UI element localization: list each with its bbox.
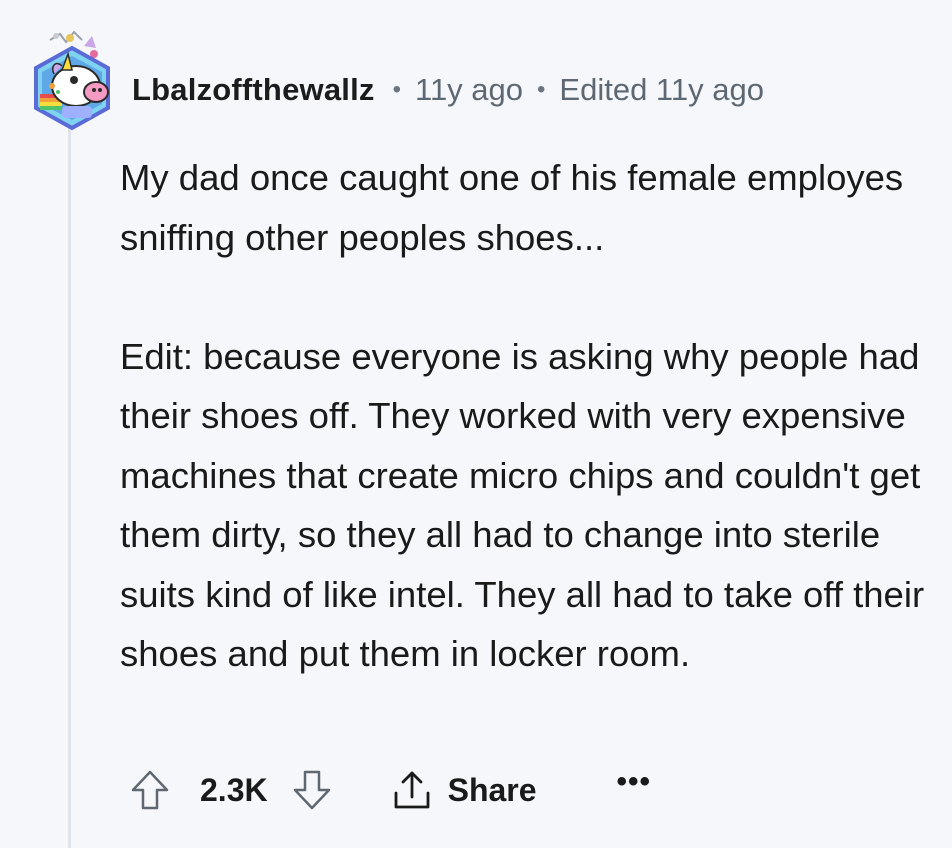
- vote-score: 2.3K: [200, 771, 268, 808]
- thread-line[interactable]: [68, 128, 71, 848]
- upvote-icon[interactable]: [128, 768, 172, 812]
- timestamp[interactable]: 11y ago: [415, 72, 523, 108]
- share-button[interactable]: Share: [392, 769, 537, 811]
- share-icon: [394, 771, 429, 809]
- comment-actions: 2.3K Share •••: [128, 758, 651, 822]
- avatar[interactable]: [22, 26, 122, 136]
- comment-body: My dad once caught one of his female emp…: [120, 148, 940, 684]
- comment-paragraph: Edit: because everyone is asking why peo…: [120, 335, 925, 675]
- share-label: Share: [447, 771, 537, 808]
- edited-timestamp: Edited 11y ago: [559, 72, 764, 107]
- separator-dot: •: [537, 76, 546, 103]
- username[interactable]: Lbalzoffthewallz: [132, 72, 375, 108]
- separator-dot: •: [392, 76, 401, 103]
- unicorn-avatar-icon: [34, 30, 110, 131]
- comment-header: Lbalzoffthewallz • 11y ago • Edited 11y …: [132, 66, 764, 114]
- comment-paragraph: My dad once caught one of his female emp…: [120, 157, 904, 258]
- more-options-icon[interactable]: •••: [617, 765, 652, 799]
- downvote-icon[interactable]: [290, 768, 334, 812]
